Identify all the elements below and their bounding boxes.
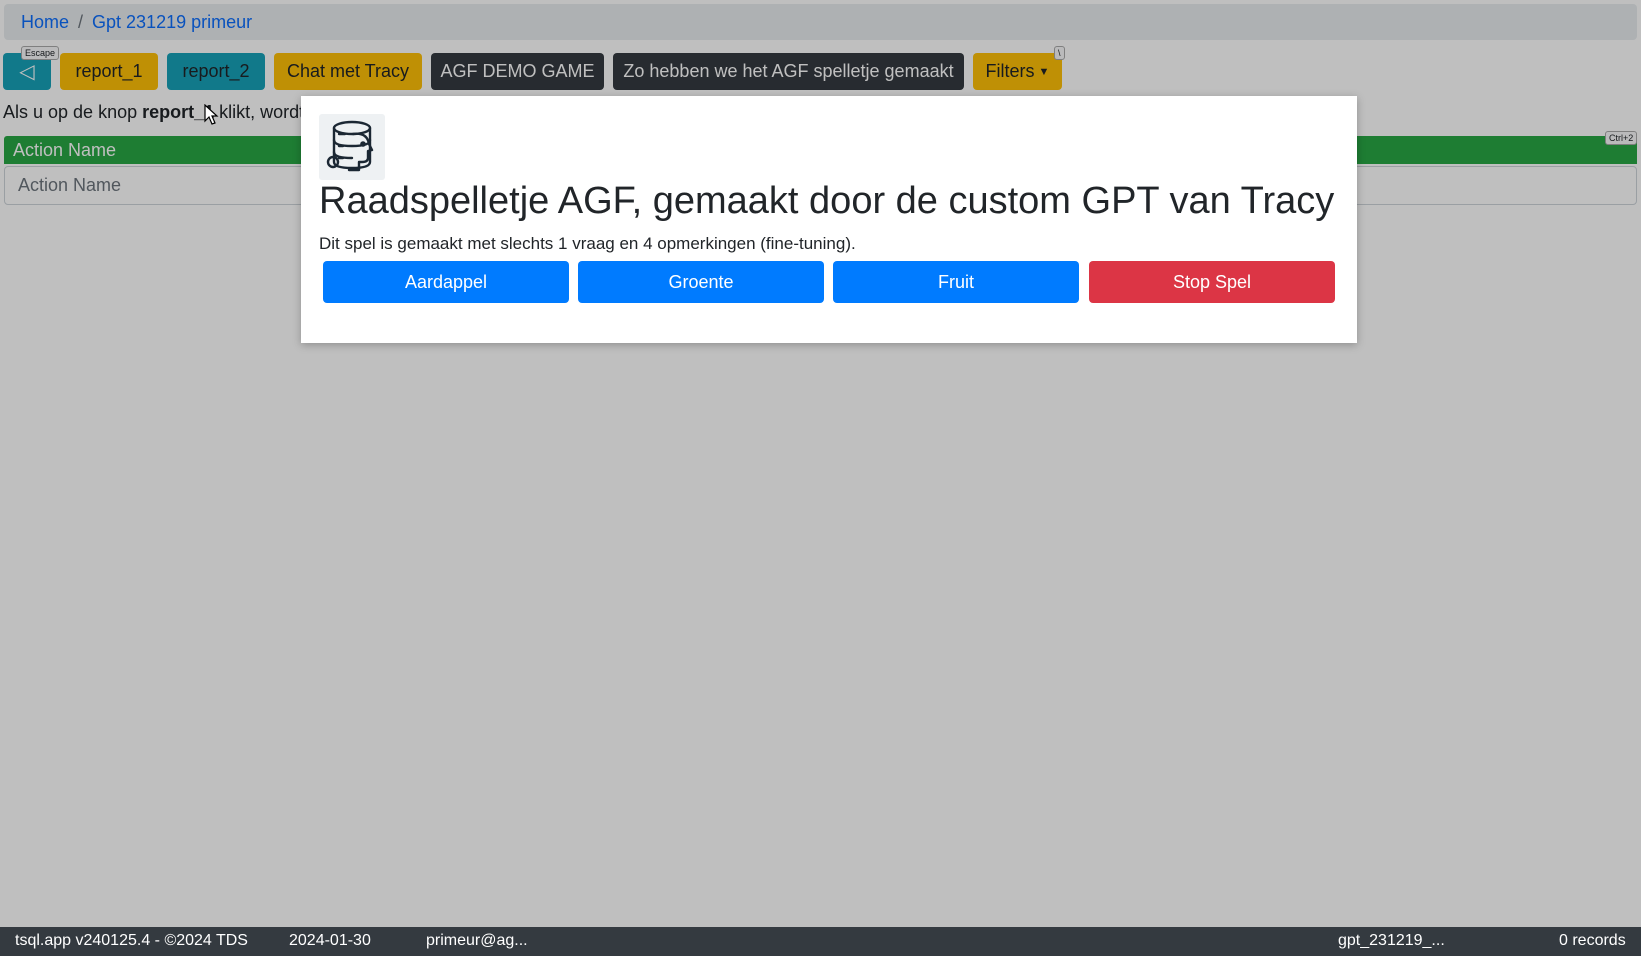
footer-date: 2024-01-30 bbox=[289, 932, 371, 949]
footer-user: primeur@ag... bbox=[426, 932, 528, 949]
aardappel-button[interactable]: Aardappel bbox=[323, 261, 569, 303]
status-footer: tsql.app v240125.4 - ©2024 TDS 2024-01-3… bbox=[0, 927, 1641, 956]
groente-button[interactable]: Groente bbox=[578, 261, 824, 303]
footer-app-name: gpt_231219_... bbox=[1338, 932, 1445, 949]
modal-title: Raadspelletje AGF, gemaakt door de custo… bbox=[319, 180, 1335, 222]
footer-record-count: 0 records bbox=[1559, 932, 1626, 949]
footer-version: tsql.app v240125.4 - ©2024 TDS bbox=[15, 932, 248, 949]
stop-spel-button[interactable]: Stop Spel bbox=[1089, 261, 1335, 303]
database-head-icon bbox=[319, 114, 385, 180]
modal-description: Dit spel is gemaakt met slechts 1 vraag … bbox=[319, 234, 856, 253]
fruit-button[interactable]: Fruit bbox=[833, 261, 1079, 303]
mouse-cursor-icon bbox=[204, 104, 219, 125]
game-modal: Raadspelletje AGF, gemaakt door de custo… bbox=[301, 96, 1357, 343]
